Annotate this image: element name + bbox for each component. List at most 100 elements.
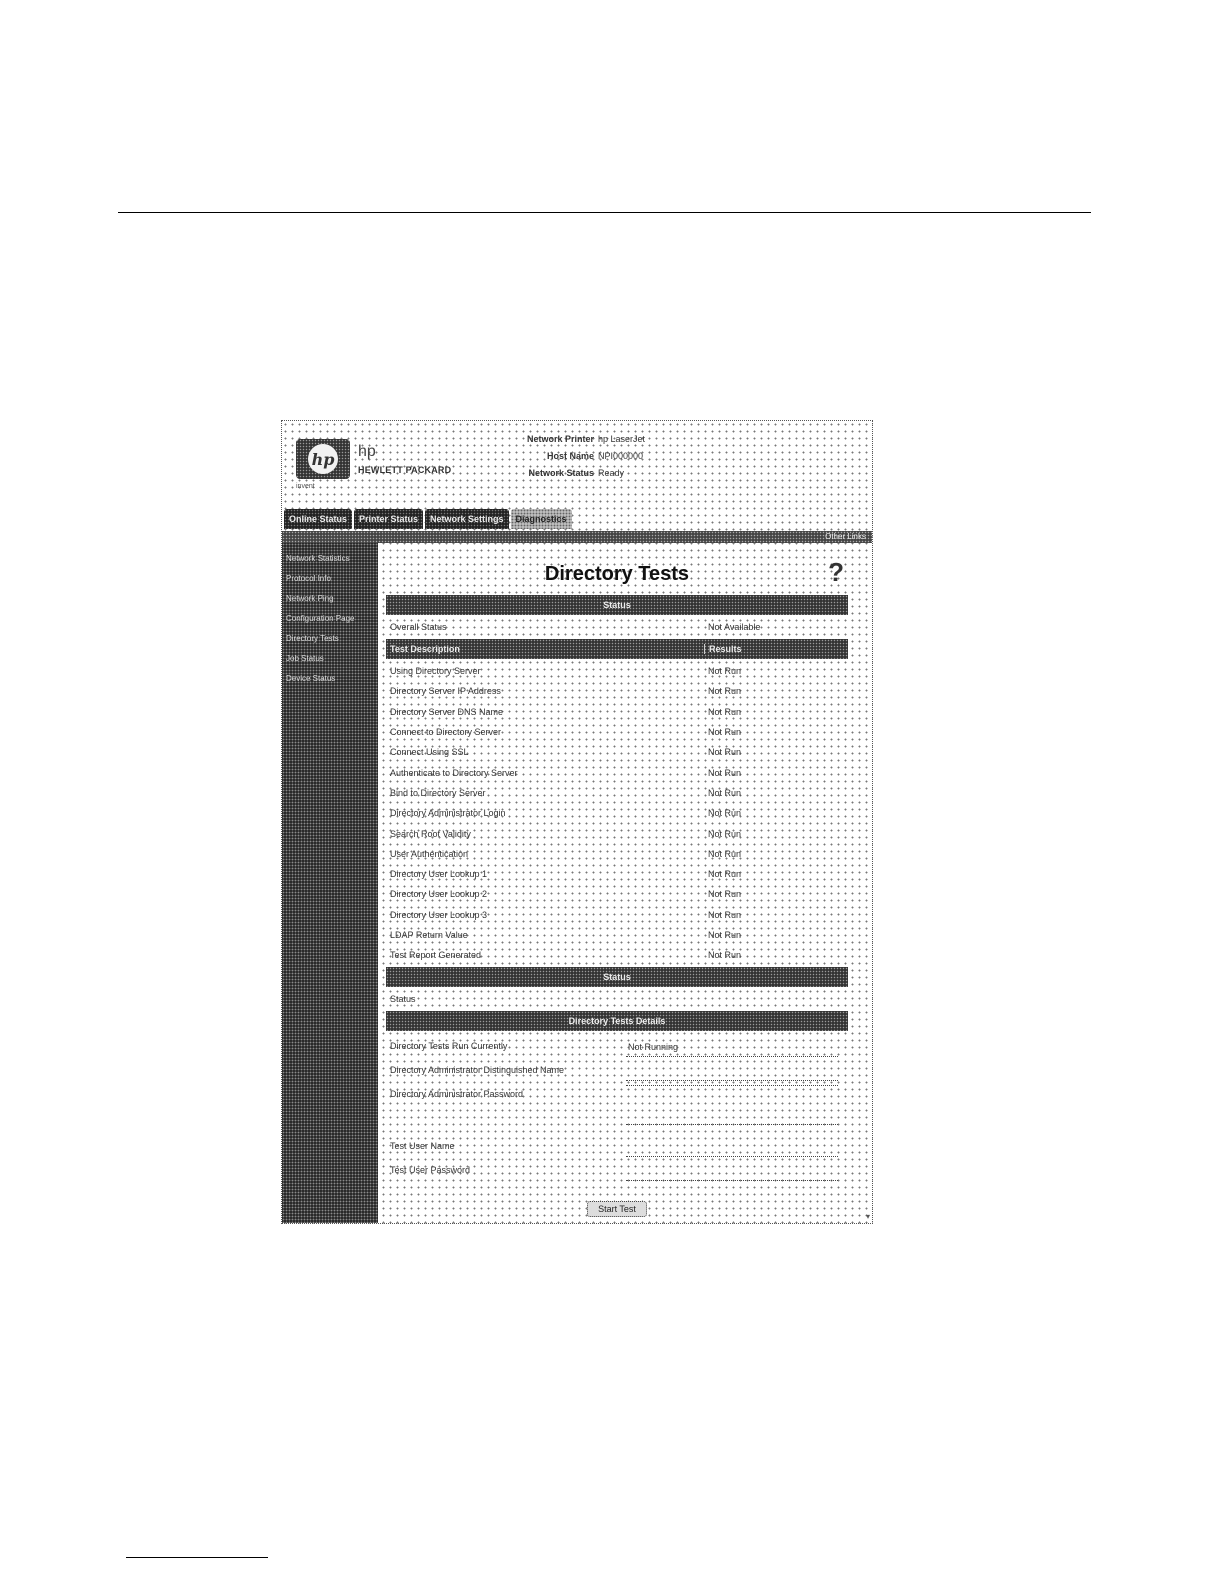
tab-bar: Other Links [282,531,872,543]
admin-dn-input[interactable] [626,1061,838,1082]
test-user-name-input[interactable] [626,1137,838,1158]
other-links[interactable]: Other Links [825,531,866,543]
page-header: hp hp HEWLETT PACKARD invent Network Pri… [282,421,872,511]
test-name: Connect Using SSL [390,747,469,758]
test-result: Not Run [708,828,742,839]
test-result: Not Run [708,869,742,880]
table-row: Using Directory Server Not Run [386,661,848,681]
admin-password-label: Directory Administrator Password [390,1089,524,1100]
test-result: Not Run [708,808,742,819]
test-result: Not Run [708,706,742,717]
test-name: Directory Administrator Login [390,808,506,819]
test-name: User Authentication [390,848,469,859]
table-row: Directory User Lookup 2 Not Run [386,884,848,904]
test-name: Directory User Lookup 1 [390,869,488,880]
test-result: Not Run [708,909,742,920]
tab-online-status[interactable]: Online Status [284,509,353,529]
table-row: User Authentication Not Run [386,844,848,864]
test-name: Test Report Generated [390,950,482,961]
hp-logo[interactable]: hp [296,439,350,479]
form-row-admin-dn: Directory Administrator Distinguished Na… [386,1061,848,1082]
sidebar-item-network-statistics[interactable]: Network Statistics [282,551,378,566]
test-name: Connect to Directory Server [390,727,502,738]
overall-status-label: Overall Status [390,622,447,632]
test-name: LDAP Return Value [390,930,468,940]
sidebar-item-configuration-page[interactable]: Configuration Page [282,611,378,626]
test-user-name-label: Test User Name [390,1141,455,1152]
device-info-label: Host Name [546,451,594,461]
device-info-row: Host Name NPI000000 [482,448,742,465]
form-row-admin-password: Directory Administrator Password [386,1085,848,1127]
test-name: Search Root Validity [390,828,471,839]
table-row: Bind to Directory Server Not Run [386,783,848,803]
test-result: Not Run [708,767,742,778]
status2-label: Status [390,994,416,1005]
sidebar-item-protocol-info[interactable]: Protocol Info [282,571,378,586]
test-result: Not Run [708,727,742,738]
device-info-row: Network Status Ready [482,465,742,482]
status2-section-header: Status [386,967,848,988]
table-row: Directory User Lookup 3 Not Run [386,905,848,925]
test-name: Directory Server DNS Name [390,706,504,717]
scroll-down-icon[interactable]: ▾ [866,1212,870,1221]
button-area: Start Test [386,1199,848,1218]
details-section-header: Directory Tests Details [386,1011,848,1032]
test-result: Not Run [708,666,742,677]
brand-subtitle: HEWLETT PACKARD [358,465,452,475]
page-title: Directory Tests [544,563,690,585]
embedded-web-server-screenshot: hp hp HEWLETT PACKARD invent Network Pri… [281,420,873,1224]
column-header-test: Test Description [390,644,460,654]
brand-name: hp [358,443,376,460]
column-header-result: Results [704,644,848,654]
tab-network-settings[interactable]: Network Settings [425,509,509,529]
test-name: Directory Server IP Address [390,686,501,697]
sidebar-item-device-status[interactable]: Device Status [282,671,378,686]
tests-list: Using Directory Server Not Run Directory … [386,661,848,965]
start-test-button[interactable]: Start Test [587,1201,647,1218]
device-info: Network Printer hp LaserJet Host Name NP… [482,431,742,482]
sidebar-item-directory-tests[interactable]: Directory Tests [282,631,378,646]
test-name: Directory User Lookup 3 [390,909,488,920]
device-info-value: hp LaserJet [598,434,646,444]
run-currently-label: Directory Tests Run Currently [390,1041,508,1052]
table-row: Test Report Generated Not Run [386,945,848,965]
device-info-value: NPI000000 [598,451,644,461]
admin-password-input[interactable] [626,1085,838,1126]
run-currently-field[interactable] [626,1037,838,1058]
hp-logo-mark: hp [308,444,338,474]
table-row: Directory Server IP Address Not Run [386,681,848,701]
test-result: Not Run [708,787,742,798]
tests-column-header: Test Description Results [386,639,848,659]
table-row: Directory Administrator Login Not Run [386,803,848,823]
test-result: Not Run [708,950,742,961]
page-title-area: Directory Tests ? [386,551,848,593]
status-section-header: Status [386,595,848,615]
form-row-test-user-password: Test User Password [386,1161,848,1182]
table-row: LDAP Return Value Not Run [386,925,848,945]
page-top-rule [118,212,1091,213]
form-row-test-user-name: Test User Name [386,1137,848,1158]
tab-diagnostics[interactable]: Diagnostics [510,509,572,529]
test-result: Not Run [708,848,742,859]
tab-printer-status[interactable]: Printer Status [354,509,424,529]
form-row-run-currently: Directory Tests Run Currently [386,1037,848,1058]
device-info-value: Ready [598,468,625,478]
status2-row: Status [386,989,848,1009]
footnote-rule [126,1557,268,1558]
test-name: Authenticate to Directory Server [390,767,518,778]
overall-status-value: Not Available [708,622,761,632]
table-row: Directory User Lookup 1 Not Run [386,864,848,884]
test-name: Using Directory Server [390,666,481,677]
table-row: Search Root Validity Not Run [386,823,848,843]
sidebar-item-network-ping[interactable]: Network Ping [282,591,378,606]
test-user-password-label: Test User Password [390,1165,471,1176]
help-icon[interactable]: ? [828,557,844,588]
logo-caption: invent [296,483,315,490]
test-result: Not Run [708,747,742,758]
device-info-row: Network Printer hp LaserJet [482,431,742,448]
admin-dn-label: Directory Administrator Distinguished Na… [390,1065,565,1076]
test-user-password-input[interactable] [626,1161,838,1182]
sidebar-item-job-status[interactable]: Job Status [282,651,378,666]
test-name: Directory User Lookup 2 [390,889,488,900]
main-content: Directory Tests ? Status Overall Status … [386,551,848,1218]
